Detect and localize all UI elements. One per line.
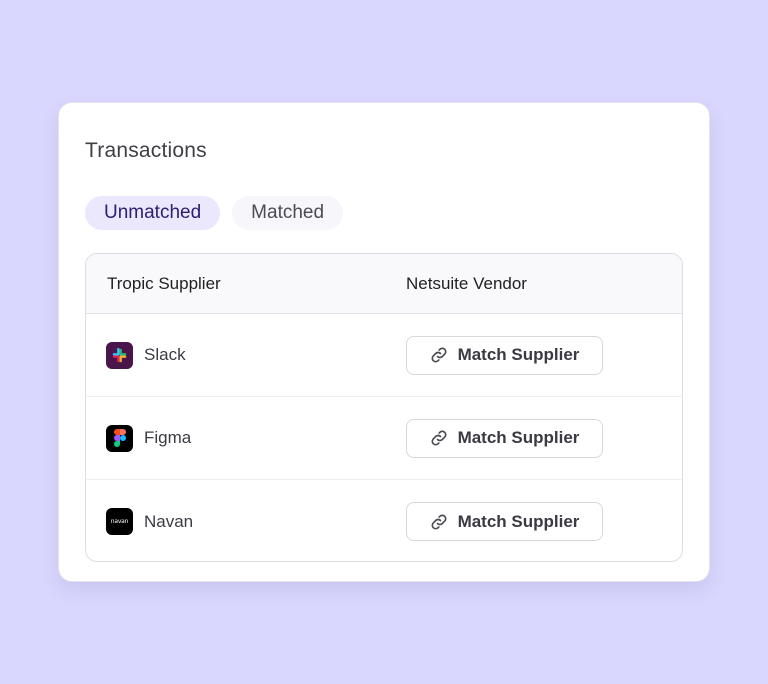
link-icon (430, 429, 448, 447)
table-row: Slack Match Supplier (86, 314, 682, 397)
supplier-cell: Figma (106, 424, 192, 452)
supplier-cell: Slack (106, 341, 186, 369)
supplier-name: Slack (144, 345, 186, 364)
navan-logo-text: navan (110, 518, 129, 525)
tab-unmatched[interactable]: Unmatched (85, 196, 221, 230)
supplier-name: Navan (144, 511, 194, 531)
transactions-table: Tropic Supplier Netsuite Vendor Slack Ma… (85, 253, 683, 562)
match-supplier-button[interactable]: Match Supplier (406, 335, 603, 375)
table-row: navan Navan Match Supplier (86, 480, 682, 561)
navan-logo-icon: navan (106, 508, 133, 535)
supplier-cell: navan Navan (106, 508, 193, 535)
tab-matched[interactable]: Matched (232, 196, 344, 230)
column-header-tropic-supplier: Tropic Supplier (107, 273, 221, 293)
card-title: Transactions (85, 139, 207, 162)
match-supplier-button[interactable]: Match Supplier (406, 418, 603, 458)
match-supplier-label: Match Supplier (457, 428, 580, 447)
transactions-card: Transactions Unmatched Matched Tropic Su… (58, 102, 710, 582)
table-row: Figma Match Supplier (86, 397, 682, 480)
tab-bar: Unmatched Matched (85, 196, 344, 230)
link-icon (430, 513, 448, 531)
supplier-name: Figma (144, 428, 192, 447)
slack-logo-icon (106, 341, 133, 369)
link-icon (430, 346, 448, 364)
table-header: Tropic Supplier Netsuite Vendor (86, 254, 682, 314)
column-header-netsuite-vendor: Netsuite Vendor (406, 273, 527, 293)
match-supplier-label: Match Supplier (457, 345, 580, 364)
match-supplier-label: Match Supplier (457, 511, 580, 531)
figma-logo-icon (106, 424, 133, 452)
match-supplier-button[interactable]: Match Supplier (406, 502, 603, 541)
